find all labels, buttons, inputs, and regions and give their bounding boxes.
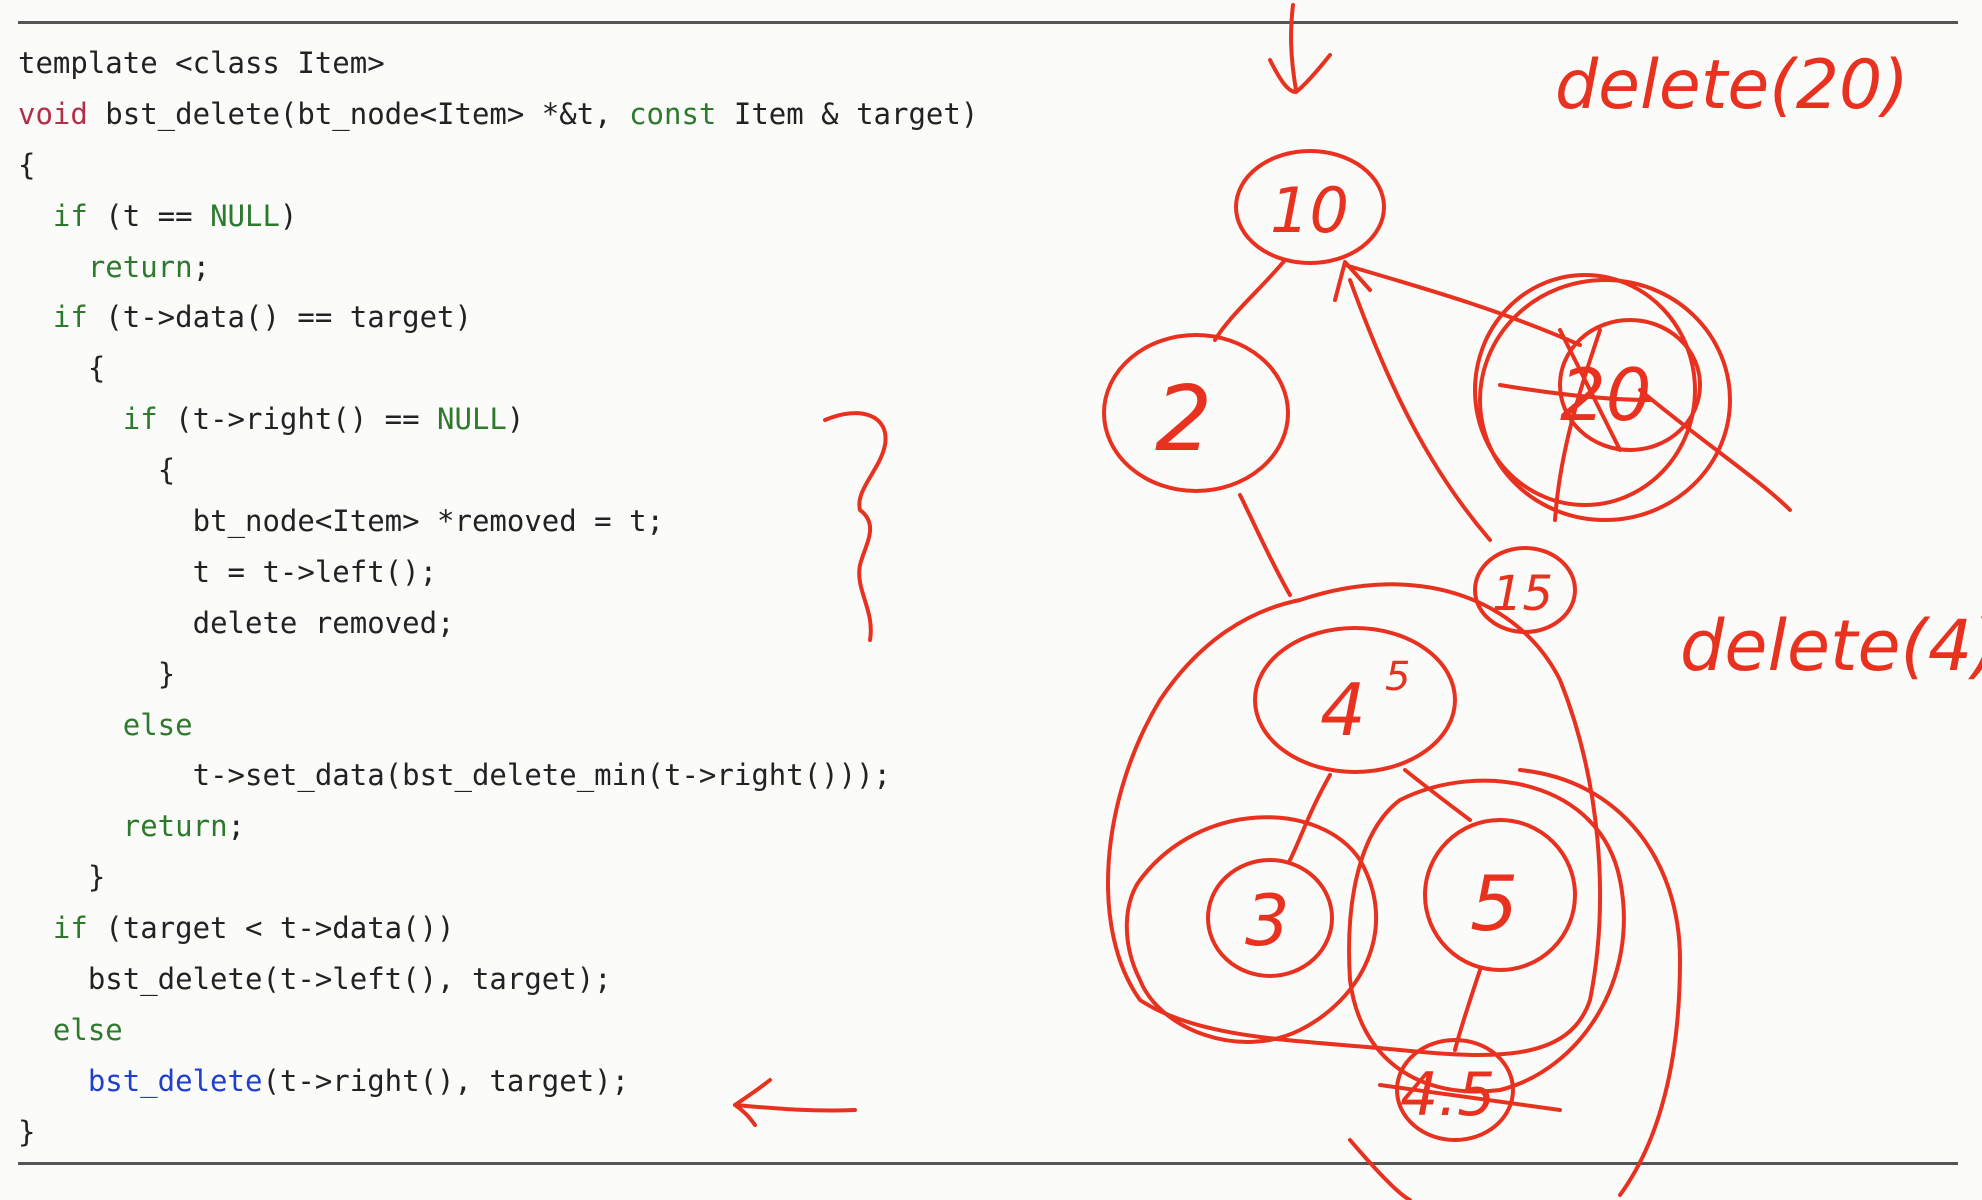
edge-5-45 (1453, 968, 1482, 1052)
pointer-arrow-top (1268, 3, 1332, 94)
node-3-label: 3 (1245, 880, 1290, 962)
node-10-label: 10 (1270, 174, 1349, 247)
edge-2-subtree (1238, 493, 1292, 597)
code-brace (823, 411, 888, 642)
node-2-label: 2 (1155, 367, 1212, 472)
edge-4-3 (1288, 773, 1332, 862)
delete-4-label: delete(4) (1680, 605, 1982, 687)
edge-10-20 (1343, 263, 1582, 347)
pointer-arrow-code (733, 1078, 857, 1127)
edge-10-2 (1213, 258, 1287, 342)
node-20-label: 20 (1560, 353, 1652, 437)
delete-20-label: delete(20) (1555, 46, 1909, 125)
node-5-label: 5 (1470, 859, 1518, 948)
handwritten-annotations: delete(20) 10 2 20 15 delete(4) 4 5 3 5 … (733, 3, 1982, 1200)
node-4-label: 4 (1320, 668, 1366, 752)
node-4-overwrite: 5 (1385, 654, 1410, 700)
